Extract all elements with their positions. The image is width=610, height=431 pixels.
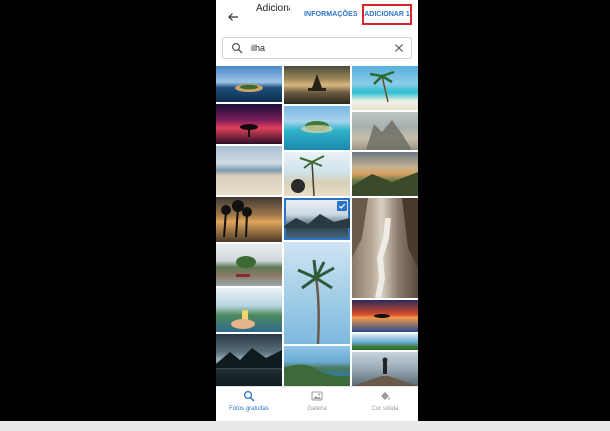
photo-tile[interactable] <box>352 112 418 150</box>
photo-tile[interactable] <box>352 198 418 298</box>
photo-tile[interactable] <box>216 288 282 332</box>
back-button[interactable] <box>224 8 242 26</box>
search-bar <box>222 37 412 59</box>
photo-tile[interactable] <box>284 66 350 104</box>
photo-tile[interactable] <box>284 242 350 344</box>
info-button[interactable]: INFORMAÇÕES <box>304 11 358 18</box>
app-screen: Adicionar INFORMAÇÕES ADICIONAR 1 <box>216 0 418 421</box>
photo-tile[interactable] <box>216 197 282 242</box>
page-title: Adicionar <box>256 3 290 14</box>
photo-tile[interactable] <box>216 244 282 286</box>
app-bar: Adicionar INFORMAÇÕES ADICIONAR 1 <box>216 0 418 34</box>
nav-solid-color[interactable]: Cor sólida <box>352 390 418 420</box>
image-icon <box>311 391 323 401</box>
check-icon <box>337 201 347 211</box>
photo-tile[interactable] <box>216 334 282 386</box>
paint-bucket-icon <box>381 392 390 400</box>
photo-tile[interactable] <box>216 146 282 195</box>
close-icon[interactable] <box>393 42 405 54</box>
photo-tile[interactable] <box>284 346 350 386</box>
photo-tile[interactable] <box>352 152 418 196</box>
nav-free-photos[interactable]: Fotos gratuitas <box>216 390 282 420</box>
nav-label: Galeria <box>307 406 327 412</box>
add-button[interactable]: ADICIONAR 1 <box>362 4 412 25</box>
photo-grid <box>216 66 418 386</box>
arrow-left-icon <box>228 13 238 21</box>
search-icon <box>243 390 255 402</box>
screen-frame: Adicionar INFORMAÇÕES ADICIONAR 1 <box>0 0 610 421</box>
photo-tile[interactable] <box>216 104 282 144</box>
search-icon <box>231 42 243 54</box>
bottom-nav: Fotos gratuitas Galeria Cor sólida <box>216 386 418 421</box>
photo-tile[interactable] <box>284 152 350 196</box>
photo-tile-selected[interactable] <box>284 198 350 240</box>
nav-label: Fotos gratuitas <box>229 406 269 412</box>
photo-tile[interactable] <box>352 352 418 386</box>
nav-label: Cor sólida <box>371 406 399 412</box>
photo-tile[interactable] <box>352 66 418 110</box>
search-input[interactable] <box>251 40 381 56</box>
photo-tile[interactable] <box>352 300 418 332</box>
nav-gallery[interactable]: Galeria <box>284 390 350 420</box>
photo-tile[interactable] <box>352 334 418 350</box>
photo-tile[interactable] <box>284 106 350 150</box>
photo-tile[interactable] <box>216 66 282 102</box>
